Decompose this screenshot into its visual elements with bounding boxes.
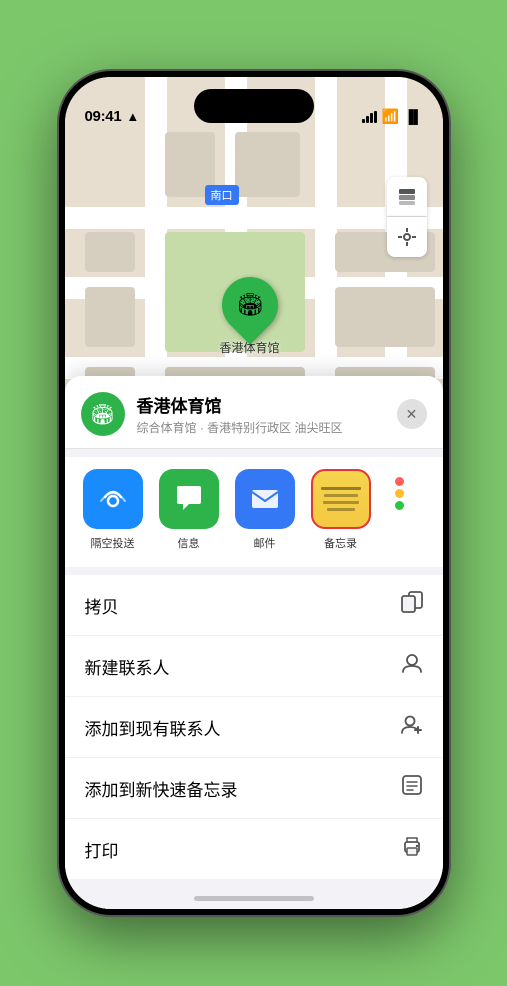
action-item-add-existing[interactable]: 添加到现有联系人 bbox=[65, 697, 443, 758]
action-list: 拷贝 新建联系人 bbox=[65, 575, 443, 879]
messages-icon bbox=[159, 469, 219, 529]
map-location-label: 南口 bbox=[205, 185, 239, 205]
share-item-more[interactable] bbox=[385, 469, 415, 551]
venue-description: 综合体育馆 · 香港特别行政区 油尖旺区 bbox=[137, 419, 385, 436]
print-icon bbox=[401, 835, 423, 863]
action-item-add-note[interactable]: 添加到新快速备忘录 bbox=[65, 758, 443, 819]
location-arrow-icon: ▲ bbox=[126, 109, 139, 124]
sheet-header: 🏟 香港体育馆 综合体育馆 · 香港特别行政区 油尖旺区 ✕ bbox=[65, 376, 443, 449]
bottom-sheet: 🏟 香港体育馆 综合体育馆 · 香港特别行政区 油尖旺区 ✕ bbox=[65, 376, 443, 909]
copy-label: 拷贝 bbox=[85, 593, 119, 618]
marker-venue-icon: 🏟 bbox=[236, 292, 264, 318]
add-existing-label: 添加到现有联系人 bbox=[85, 715, 221, 740]
map-location-button[interactable] bbox=[387, 217, 427, 257]
wifi-icon: 📶 bbox=[382, 108, 399, 125]
share-item-notes[interactable]: 备忘录 bbox=[309, 469, 373, 551]
new-contact-icon bbox=[401, 652, 423, 680]
close-button[interactable]: ✕ bbox=[397, 399, 427, 429]
add-note-label: 添加到新快速备忘录 bbox=[85, 776, 238, 801]
airdrop-icon bbox=[83, 469, 143, 529]
share-item-messages[interactable]: 信息 bbox=[157, 469, 221, 551]
action-item-copy[interactable]: 拷贝 bbox=[65, 575, 443, 636]
messages-label: 信息 bbox=[178, 535, 200, 551]
battery-icon: ▐▌ bbox=[404, 109, 422, 124]
venue-name: 香港体育馆 bbox=[137, 392, 385, 417]
home-indicator bbox=[194, 896, 314, 901]
venue-marker[interactable]: 🏟 香港体育馆 bbox=[220, 277, 280, 356]
more-dots bbox=[391, 469, 408, 518]
mail-label: 邮件 bbox=[254, 535, 276, 551]
action-item-new-contact[interactable]: 新建联系人 bbox=[65, 636, 443, 697]
venue-circle-icon: 🏟 bbox=[81, 392, 125, 436]
map-button-group bbox=[387, 177, 427, 257]
print-label: 打印 bbox=[85, 837, 119, 862]
add-existing-icon bbox=[401, 713, 423, 741]
marker-pin: 🏟 bbox=[210, 265, 289, 344]
dynamic-island bbox=[194, 89, 314, 123]
add-note-icon bbox=[401, 774, 423, 802]
notes-icon bbox=[311, 469, 371, 529]
signal-icon bbox=[362, 111, 377, 123]
status-time: 09:41 bbox=[85, 108, 122, 125]
share-item-mail[interactable]: 邮件 bbox=[233, 469, 297, 551]
airdrop-label: 隔空投送 bbox=[91, 535, 135, 551]
phone-frame: 09:41 ▲ 📶 ▐▌ bbox=[59, 71, 449, 915]
share-row: 隔空投送 信息 bbox=[65, 457, 443, 567]
status-icons: 📶 ▐▌ bbox=[362, 108, 423, 125]
action-item-print[interactable]: 打印 bbox=[65, 819, 443, 879]
venue-info: 香港体育馆 综合体育馆 · 香港特别行政区 油尖旺区 bbox=[137, 392, 385, 436]
phone-screen: 09:41 ▲ 📶 ▐▌ bbox=[65, 77, 443, 909]
share-item-airdrop[interactable]: 隔空投送 bbox=[81, 469, 145, 551]
mail-icon bbox=[235, 469, 295, 529]
share-items-list: 隔空投送 信息 bbox=[81, 469, 427, 551]
map-layers-button[interactable] bbox=[387, 177, 427, 217]
notes-label: 备忘录 bbox=[324, 535, 357, 551]
copy-icon bbox=[401, 591, 423, 619]
new-contact-label: 新建联系人 bbox=[85, 654, 170, 679]
